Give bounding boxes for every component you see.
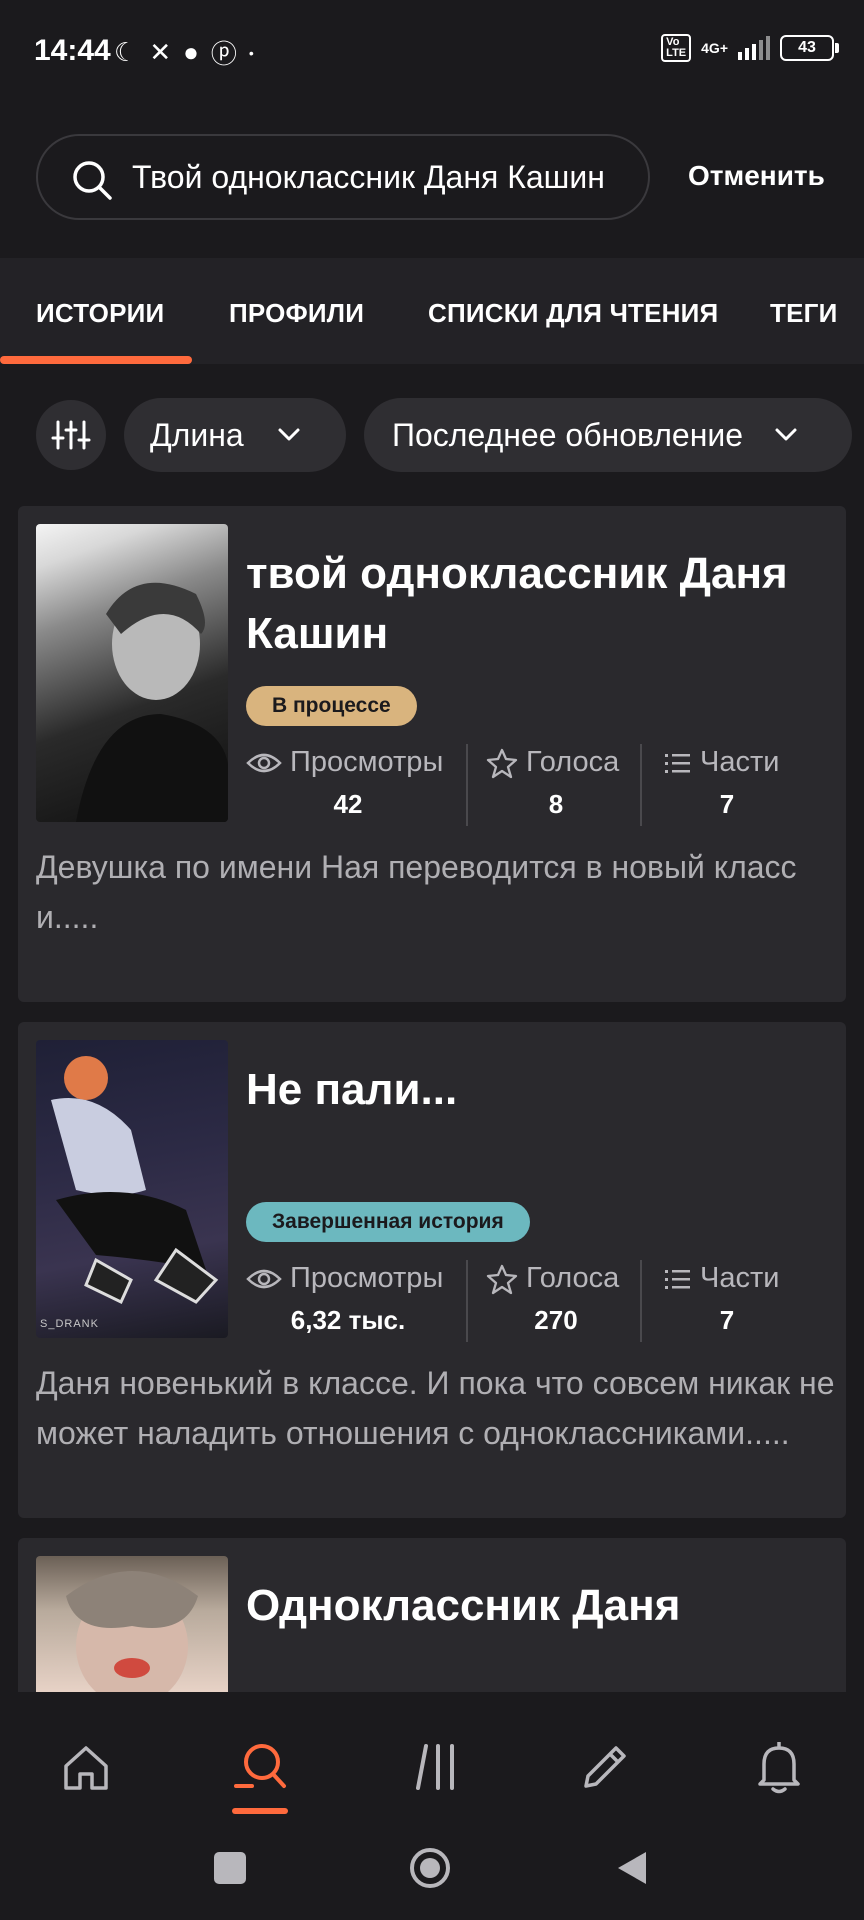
pinterest-icon: ⓟ xyxy=(210,39,237,69)
volte-icon: Vo LTE xyxy=(661,34,692,62)
views-count: 6,32 тыс. xyxy=(290,1305,406,1335)
story-cover-image[interactable] xyxy=(36,524,228,822)
star-icon xyxy=(486,1264,518,1294)
stat-divider xyxy=(466,1260,468,1342)
story-title[interactable]: Одноклассник Даня xyxy=(246,1576,826,1636)
write-icon xyxy=(584,1746,626,1788)
notifications-icon xyxy=(758,1742,800,1794)
moon-icon: ☾ xyxy=(114,37,138,67)
battery-level: 43 xyxy=(798,39,816,56)
views-label: Просмотры xyxy=(290,1262,444,1294)
circle-app-icon: ● xyxy=(183,37,199,67)
recent-apps-button[interactable] xyxy=(214,1852,246,1884)
cover-caption: S_DRANK xyxy=(40,1318,99,1330)
app-notification-icon: ✕ xyxy=(149,37,172,67)
votes-label: Голоса xyxy=(526,1262,620,1294)
status-time: 14:44 xyxy=(34,34,111,67)
parts-count: 7 xyxy=(719,1305,735,1335)
nav-home[interactable] xyxy=(60,1742,112,1799)
eye-icon xyxy=(246,753,282,772)
back-button[interactable] xyxy=(616,1850,648,1886)
nav-write[interactable] xyxy=(578,1740,632,1799)
views-stat: Просмотры 6,32 тыс. xyxy=(246,1262,450,1336)
votes-stat: Голоса 8 xyxy=(486,746,626,820)
cancel-button[interactable]: Отменить xyxy=(688,160,825,192)
votes-count: 8 xyxy=(548,789,564,819)
parts-stat: Части 7 xyxy=(664,1262,790,1336)
library-icon xyxy=(416,1744,454,1790)
status-badge: В процессе xyxy=(246,686,417,726)
home-button-dot xyxy=(420,1858,440,1878)
sort-label: Последнее обновление xyxy=(392,416,744,453)
tab-stories[interactable]: ИСТОРИИ xyxy=(36,298,164,329)
nav-notifications[interactable] xyxy=(752,1738,806,1801)
sliders-icon xyxy=(51,420,91,450)
search-icon xyxy=(234,1744,286,1788)
tab-profiles[interactable]: ПРОФИЛИ xyxy=(229,298,364,329)
chevron-down-icon xyxy=(278,428,300,441)
search-icon xyxy=(73,161,112,200)
parts-stat: Части 7 xyxy=(664,746,790,820)
filter-settings-button[interactable] xyxy=(36,400,106,470)
parts-label: Части xyxy=(700,746,780,778)
star-icon xyxy=(486,748,518,778)
views-stat: Просмотры 42 xyxy=(246,746,450,820)
stat-divider xyxy=(640,1260,642,1342)
home-button[interactable] xyxy=(410,1848,450,1888)
nav-library[interactable] xyxy=(406,1740,460,1799)
story-title[interactable]: твой одноклассник Даня Кашин xyxy=(246,544,826,664)
nav-search[interactable] xyxy=(232,1738,290,1801)
votes-stat: Голоса 270 xyxy=(486,1262,626,1336)
illustration-image xyxy=(51,1056,219,1305)
active-nav-indicator xyxy=(232,1808,288,1814)
story-title[interactable]: Не пали... xyxy=(246,1060,826,1120)
views-label: Просмотры xyxy=(290,746,444,778)
story-description: Девушка по имени Ная переводится в новый… xyxy=(36,849,797,935)
signal-icon xyxy=(738,36,770,60)
portrait-image xyxy=(66,1571,198,1692)
sort-dropdown[interactable]: Последнее обновление xyxy=(364,398,852,472)
eye-icon xyxy=(246,1269,282,1288)
status-badge: Завершенная история xyxy=(246,1202,530,1242)
chevron-down-icon xyxy=(775,428,797,441)
home-icon xyxy=(64,1746,108,1790)
list-icon xyxy=(665,1269,690,1289)
network-type: 4G+ xyxy=(701,40,728,56)
status-system-icons: Vo LTE 4G+ 43 xyxy=(661,34,839,62)
list-icon xyxy=(665,753,690,773)
parts-label: Части xyxy=(700,1262,780,1294)
parts-count: 7 xyxy=(719,789,735,819)
tab-tags[interactable]: ТЕГИ xyxy=(770,298,837,329)
portrait-image xyxy=(76,582,228,822)
views-count: 42 xyxy=(333,789,363,819)
stat-divider xyxy=(640,744,642,826)
votes-count: 270 xyxy=(534,1305,578,1335)
length-filter-label: Длина xyxy=(150,416,244,453)
story-cover-image[interactable] xyxy=(36,1556,228,1692)
story-description: Даня новенький в классе. И пока что совс… xyxy=(36,1365,835,1451)
dot-icon: • xyxy=(248,44,254,61)
story-cover-image[interactable]: S_DRANK xyxy=(36,1040,228,1338)
battery-icon: 43 xyxy=(780,35,839,61)
votes-label: Голоса xyxy=(526,746,620,778)
active-tab-indicator xyxy=(0,356,192,364)
tab-reading-lists[interactable]: СПИСКИ ДЛЯ ЧТЕНИЯ xyxy=(428,298,718,329)
length-filter-dropdown[interactable]: Длина xyxy=(124,398,346,472)
stat-divider xyxy=(466,744,468,826)
search-input[interactable] xyxy=(132,134,642,220)
status-notification-icons: ☾ ✕ ● ⓟ • xyxy=(114,34,254,71)
